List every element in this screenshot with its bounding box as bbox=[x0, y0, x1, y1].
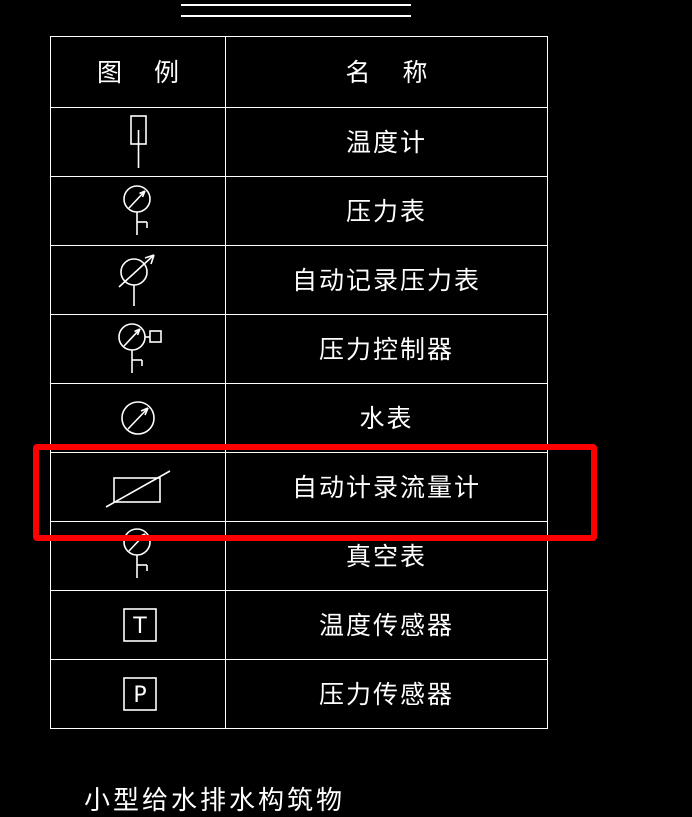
table-row[interactable]: 温度计 bbox=[50, 107, 548, 177]
row-label: 自动记录压力表 bbox=[291, 265, 481, 295]
name-cell: 自动计录流量计 bbox=[225, 452, 548, 522]
table-row[interactable]: 真空表 bbox=[50, 521, 548, 591]
name-cell: 温度传感器 bbox=[225, 590, 548, 660]
row-label: 压力传感器 bbox=[318, 679, 454, 709]
pressure-sensor-icon: P bbox=[51, 660, 225, 728]
name-cell: 水表 bbox=[225, 383, 548, 453]
name-cell: 压力表 bbox=[225, 176, 548, 246]
name-cell: 压力控制器 bbox=[225, 314, 548, 384]
table-row[interactable]: 自动计录流量计 bbox=[50, 452, 548, 522]
table-header-row: 图 例 名 称 bbox=[50, 36, 548, 108]
table-row[interactable]: 压力控制器 bbox=[50, 314, 548, 384]
pressure-gauge-icon bbox=[51, 177, 225, 245]
name-cell: 温度计 bbox=[225, 107, 548, 177]
vacuum-gauge-icon bbox=[51, 522, 225, 590]
row-label: 温度计 bbox=[345, 127, 427, 157]
sensor-letter: P bbox=[133, 683, 146, 708]
pressure-controller-icon bbox=[51, 315, 225, 383]
water-meter-icon bbox=[51, 384, 225, 452]
row-label: 压力表 bbox=[345, 196, 427, 226]
symbol-cell bbox=[50, 521, 226, 591]
table-row[interactable]: 水表 bbox=[50, 383, 548, 453]
row-label: 自动计录流量计 bbox=[291, 472, 481, 502]
recording-pressure-gauge-icon bbox=[51, 246, 225, 314]
header-label-symbol: 图 例 bbox=[97, 57, 191, 87]
row-label: 压力控制器 bbox=[318, 334, 454, 364]
sensor-letter: T bbox=[132, 614, 147, 639]
table-row[interactable]: 自动记录压力表 bbox=[50, 245, 548, 315]
symbol-cell bbox=[50, 314, 226, 384]
table-row[interactable]: P 压力传感器 bbox=[50, 659, 548, 729]
rule-line-upper bbox=[181, 4, 411, 6]
row-label: 真空表 bbox=[345, 541, 427, 571]
header-label-name: 名 称 bbox=[345, 57, 440, 87]
name-cell: 自动记录压力表 bbox=[225, 245, 548, 315]
name-cell: 压力传感器 bbox=[225, 659, 548, 729]
symbol-cell bbox=[50, 383, 226, 453]
symbol-cell bbox=[50, 107, 226, 177]
title-underline-rule bbox=[181, 4, 411, 17]
name-cell: 真空表 bbox=[225, 521, 548, 591]
table-row[interactable]: T 温度传感器 bbox=[50, 590, 548, 660]
row-label: 温度传感器 bbox=[318, 610, 454, 640]
symbol-cell bbox=[50, 176, 226, 246]
symbol-cell bbox=[50, 245, 226, 315]
bottom-caption: 小型给水排水构筑物 bbox=[84, 786, 346, 816]
symbol-cell: P bbox=[50, 659, 226, 729]
symbol-cell bbox=[50, 452, 226, 522]
temperature-sensor-icon: T bbox=[51, 591, 225, 659]
symbol-cell: T bbox=[50, 590, 226, 660]
recording-flow-meter-icon bbox=[51, 453, 225, 521]
table-row[interactable]: 压力表 bbox=[50, 176, 548, 246]
header-cell-symbol: 图 例 bbox=[50, 36, 226, 108]
header-cell-name: 名 称 bbox=[225, 36, 548, 108]
row-label: 水表 bbox=[359, 403, 414, 433]
thermometer-icon bbox=[51, 108, 225, 176]
rule-line-lower bbox=[181, 15, 411, 17]
legend-table: 图 例 名 称 温度计 压力表 自动记录压力表 压力控制器 水表 自动计录流量计… bbox=[50, 36, 548, 729]
